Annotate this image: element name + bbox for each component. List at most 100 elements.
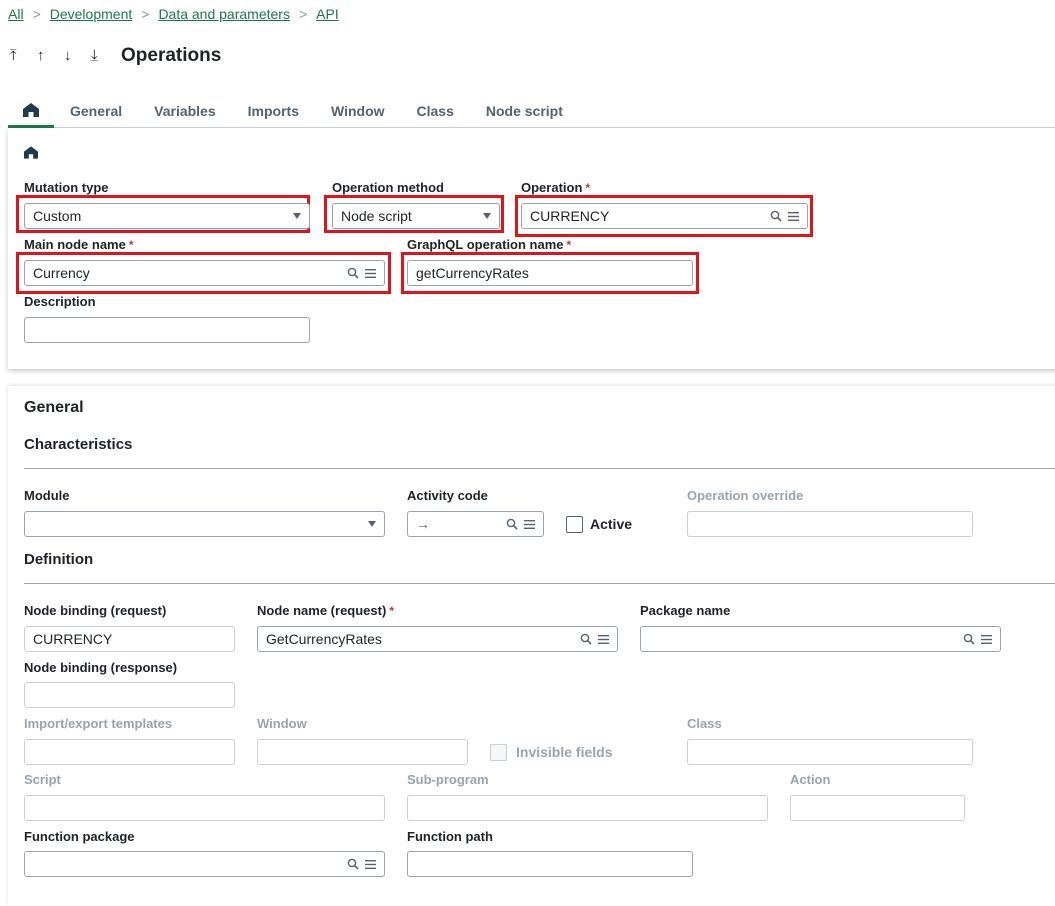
import-export-templates-label: Import/export templates	[24, 716, 173, 731]
graphql-operation-name-field[interactable]: getCurrencyRates	[407, 260, 693, 286]
last-record-icon[interactable]: ⤓	[91, 46, 118, 66]
package-name-label: Package name	[640, 603, 731, 618]
script-field	[24, 795, 385, 821]
main-node-name-field[interactable]: Currency	[24, 260, 385, 286]
function-path-label: Function path	[407, 829, 493, 844]
tab-node-script[interactable]: Node script	[470, 96, 579, 128]
class-field	[687, 739, 973, 765]
required-asterisk: *	[566, 238, 572, 252]
node-name-request-field[interactable]: GetCurrencyRates	[257, 626, 618, 652]
first-record-icon[interactable]: ⤒	[10, 46, 37, 66]
list-icon[interactable]	[524, 519, 535, 529]
tab-home[interactable]	[8, 96, 54, 128]
operation-method-label: Operation method	[332, 180, 444, 195]
previous-record-icon[interactable]: ↑	[37, 46, 64, 66]
operation-method-value: Node script	[341, 208, 412, 224]
breadcrumb-api[interactable]: API	[316, 6, 339, 22]
class-label: Class	[687, 716, 722, 731]
sub-program-field	[407, 795, 768, 821]
main-node-name-label: Main node name *	[24, 237, 134, 252]
graphql-operation-name-value: getCurrencyRates	[416, 265, 529, 281]
module-select[interactable]	[24, 511, 385, 537]
main-node-name-value: Currency	[33, 265, 90, 281]
graphql-operation-name-label-text: GraphQL operation name	[407, 237, 564, 252]
required-asterisk: *	[585, 181, 591, 195]
search-icon[interactable]	[506, 518, 518, 530]
home-icon	[23, 103, 39, 117]
search-icon[interactable]	[963, 633, 975, 645]
tab-variables[interactable]: Variables	[138, 96, 232, 128]
section-divider	[24, 468, 1055, 469]
tab-imports[interactable]: Imports	[232, 96, 315, 128]
search-icon[interactable]	[580, 633, 592, 645]
active-label: Active	[590, 516, 633, 532]
operation-field[interactable]: CURRENCY	[521, 203, 808, 229]
breadcrumb-data-and-parameters[interactable]: Data and parameters	[158, 6, 290, 22]
search-icon[interactable]	[347, 858, 359, 870]
required-asterisk: *	[389, 604, 394, 618]
search-icon[interactable]	[347, 267, 359, 279]
breadcrumb-separator: >	[298, 6, 308, 22]
function-package-label: Function package	[24, 829, 135, 844]
operation-value: CURRENCY	[530, 208, 610, 224]
module-label: Module	[24, 488, 70, 503]
arrow-right-icon[interactable]: →	[416, 516, 506, 532]
breadcrumb-development[interactable]: Development	[50, 6, 133, 22]
operation-override-field	[687, 511, 973, 537]
required-asterisk: *	[128, 238, 134, 252]
mutation-type-select[interactable]: Custom	[24, 203, 310, 229]
operation-label-text: Operation	[521, 180, 583, 195]
package-name-field[interactable]	[640, 626, 1001, 652]
list-icon[interactable]	[788, 211, 799, 221]
operation-method-select[interactable]: Node script	[332, 203, 500, 229]
function-path-field[interactable]	[407, 851, 693, 877]
activity-code-label: Activity code	[407, 488, 488, 503]
script-label: Script	[24, 772, 61, 787]
characteristics-title: Characteristics	[24, 436, 133, 453]
node-name-request-label-text: Node name (request)	[257, 603, 387, 618]
node-binding-request-field: CURRENCY	[24, 626, 235, 652]
list-icon[interactable]	[981, 634, 992, 644]
breadcrumb-separator: >	[32, 6, 41, 22]
node-name-request-value: GetCurrencyRates	[266, 631, 382, 647]
mutation-type-value: Custom	[33, 208, 82, 224]
operation-label: Operation *	[521, 180, 590, 195]
action-field	[790, 795, 965, 821]
definition-title: Definition	[24, 551, 94, 568]
invisible-fields-label: Invisible fields	[516, 744, 613, 760]
window-field	[257, 739, 468, 765]
tab-general[interactable]: General	[54, 96, 138, 128]
description-field[interactable]	[24, 317, 310, 343]
list-icon[interactable]	[598, 634, 609, 644]
list-icon[interactable]	[365, 268, 376, 278]
tab-class[interactable]: Class	[401, 96, 470, 128]
list-icon[interactable]	[365, 859, 376, 869]
page-header: ⤒ ↑ ↓ ⤓ Operations	[10, 45, 221, 67]
node-name-request-label: Node name (request) *	[257, 603, 394, 618]
activity-code-field[interactable]: →	[407, 511, 544, 537]
main-node-name-label-text: Main node name	[24, 237, 126, 252]
chevron-down-icon[interactable]	[293, 213, 301, 219]
home-icon	[24, 146, 38, 159]
breadcrumb: All > Development > Data and parameters …	[8, 6, 339, 22]
active-checkbox[interactable]	[566, 516, 583, 533]
breadcrumb-all[interactable]: All	[8, 6, 24, 22]
search-icon[interactable]	[770, 210, 782, 222]
operation-override-label: Operation override	[687, 488, 804, 503]
node-binding-request-value: CURRENCY	[33, 631, 113, 647]
tab-bar: General Variables Imports Window Class N…	[8, 96, 1055, 128]
chevron-down-icon[interactable]	[368, 521, 376, 527]
node-binding-response-field	[24, 682, 235, 708]
action-label: Action	[790, 772, 831, 787]
window-label: Window	[257, 716, 307, 731]
tab-window[interactable]: Window	[315, 96, 401, 128]
page-title: Operations	[121, 45, 222, 66]
function-package-field[interactable]	[24, 851, 385, 877]
sub-program-label: Sub-program	[407, 772, 489, 787]
chevron-down-icon[interactable]	[483, 213, 491, 219]
node-binding-response-label: Node binding (response)	[24, 660, 178, 675]
general-section-title: General	[24, 399, 84, 416]
next-record-icon[interactable]: ↓	[64, 46, 91, 66]
import-export-templates-field	[24, 739, 235, 765]
breadcrumb-separator: >	[141, 6, 150, 22]
